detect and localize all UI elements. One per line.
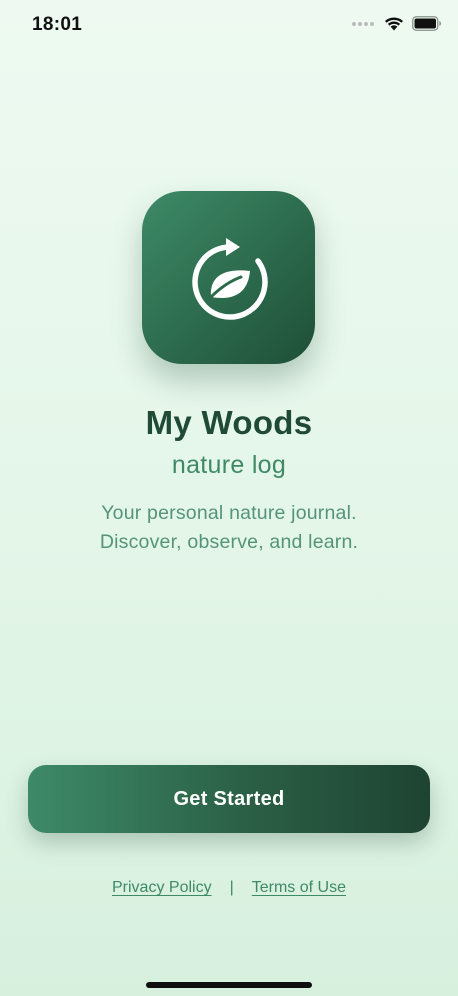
leaf-refresh-icon <box>191 237 268 320</box>
status-time: 18:01 <box>32 14 83 35</box>
wifi-icon <box>385 17 403 31</box>
app-subtitle: nature log <box>171 451 287 479</box>
status-icons <box>352 16 442 31</box>
cellular-signal-icon <box>352 21 374 26</box>
terms-of-use-link[interactable]: Terms of Use <box>252 879 346 897</box>
tagline: Your personal nature journal. Discover, … <box>0 499 458 557</box>
app-title: My Woods <box>145 404 313 441</box>
battery-icon <box>412 16 441 31</box>
tagline-line-1: Your personal nature journal. <box>101 502 357 524</box>
get-started-button[interactable]: Get Started <box>28 765 430 833</box>
footer-separator: | <box>229 879 234 896</box>
status-bar: 18:01 <box>0 0 458 50</box>
footer-links: Privacy Policy | Terms of Use <box>0 879 458 897</box>
app-icon <box>142 191 315 364</box>
tagline-line-2: Discover, observe, and learn. <box>99 531 359 553</box>
privacy-policy-link[interactable]: Privacy Policy <box>112 879 212 897</box>
home-indicator[interactable] <box>146 982 312 988</box>
